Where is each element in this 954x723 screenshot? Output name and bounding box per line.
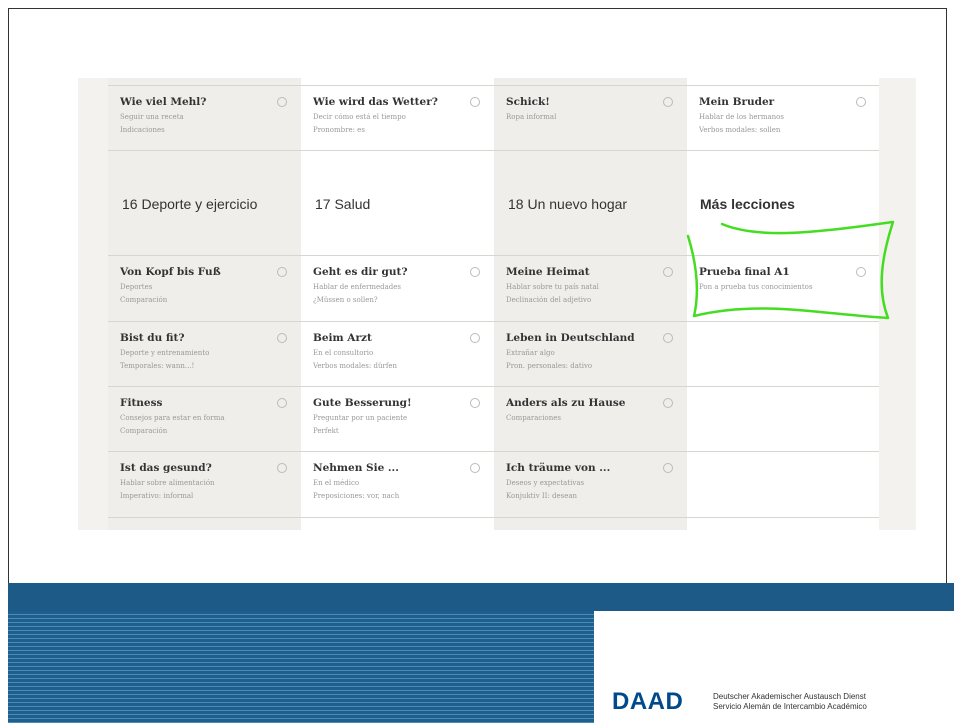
daad-logo: DAAD: [612, 688, 684, 715]
organization-name: Deutscher Akademischer Austausch Dienst …: [713, 692, 867, 711]
